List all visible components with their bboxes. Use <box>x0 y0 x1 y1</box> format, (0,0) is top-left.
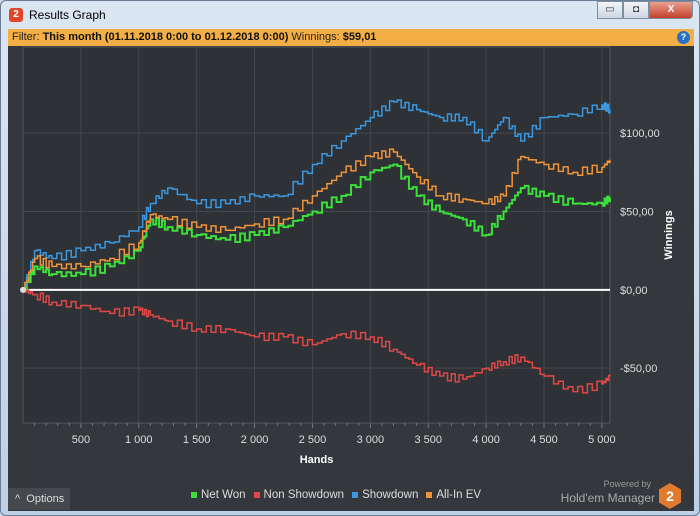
filter-value[interactable]: This month (01.11.2018 0:00 to 01.12.201… <box>43 31 289 43</box>
legend-item[interactable]: All-In EV <box>426 489 481 501</box>
x-tick-label: 4 500 <box>530 434 558 446</box>
legend-swatch <box>352 492 359 498</box>
origin-marker <box>20 286 26 293</box>
legend-label: All-In EV <box>436 489 482 501</box>
y-tick-label: $0,00 <box>620 285 648 297</box>
y-tick-label: $50,00 <box>620 207 654 219</box>
plot-area <box>22 46 611 424</box>
x-tick-label: 4 000 <box>472 434 500 446</box>
y-tick-label: -$50,00 <box>620 363 657 375</box>
legend-label: Non Showdown <box>263 489 345 501</box>
chevron-up-icon: ^ <box>15 493 21 505</box>
legend-swatch <box>191 492 197 498</box>
x-tick-label: 1 000 <box>125 434 153 446</box>
x-axis-label: Hands <box>300 454 334 466</box>
legend-label: Net Won <box>201 489 246 501</box>
filter-bar: Filter: This month (01.11.2018 0:00 to 0… <box>8 29 694 46</box>
x-tick-label: 500 <box>72 434 90 446</box>
x-tick-label: 5 000 <box>588 434 616 446</box>
x-tick-label: 2 000 <box>241 434 269 446</box>
title-bar: 2 Results Graph ▭ ◘ X <box>1 1 699 29</box>
winnings-label: Winnings: <box>291 31 340 43</box>
minimize-button[interactable]: ▭ <box>597 1 623 19</box>
legend-swatch <box>253 492 260 498</box>
x-tick-label: 1 500 <box>183 434 211 446</box>
legend-item[interactable]: Showdown <box>352 489 418 501</box>
results-graph-window: 2 Results Graph ▭ ◘ X Filter: This month… <box>0 0 700 516</box>
results-chart: 500 1 000 1 500 2 000 2 500 3 000 3 500 4 000 4 … <box>20 46 675 466</box>
window-title: Results Graph <box>29 8 106 22</box>
legend-item[interactable]: Non Showdown <box>253 489 345 501</box>
x-tick-label: 2 500 <box>299 434 327 446</box>
brand-name: Hold'em Manager <box>560 491 655 505</box>
help-icon[interactable]: ? <box>677 31 690 44</box>
close-button[interactable]: X <box>649 1 693 19</box>
graph-panel: 500 1 000 1 500 2 000 2 500 3 000 3 500 4 000 4 … <box>8 46 694 511</box>
filter-label: Filter: <box>12 31 40 43</box>
options-label: Options <box>26 493 65 505</box>
legend: Net Won Non Showdown Showdown All-In EV <box>191 489 481 501</box>
x-tick-label: 3 500 <box>414 434 442 446</box>
legend-label: Showdown <box>362 489 419 501</box>
y-axis-label: Winnings <box>663 210 675 259</box>
x-tick-label: 3 000 <box>357 434 385 446</box>
legend-swatch <box>426 492 433 498</box>
options-button[interactable]: ^ Options <box>8 488 70 510</box>
powered-by: Powered by <box>603 479 651 489</box>
maximize-button[interactable]: ◘ <box>623 1 649 19</box>
winnings-value: $59,01 <box>342 31 377 43</box>
app-logo-icon: 2 <box>9 8 23 22</box>
y-tick-label: $100,00 <box>620 128 660 140</box>
legend-item[interactable]: Net Won <box>191 489 246 501</box>
